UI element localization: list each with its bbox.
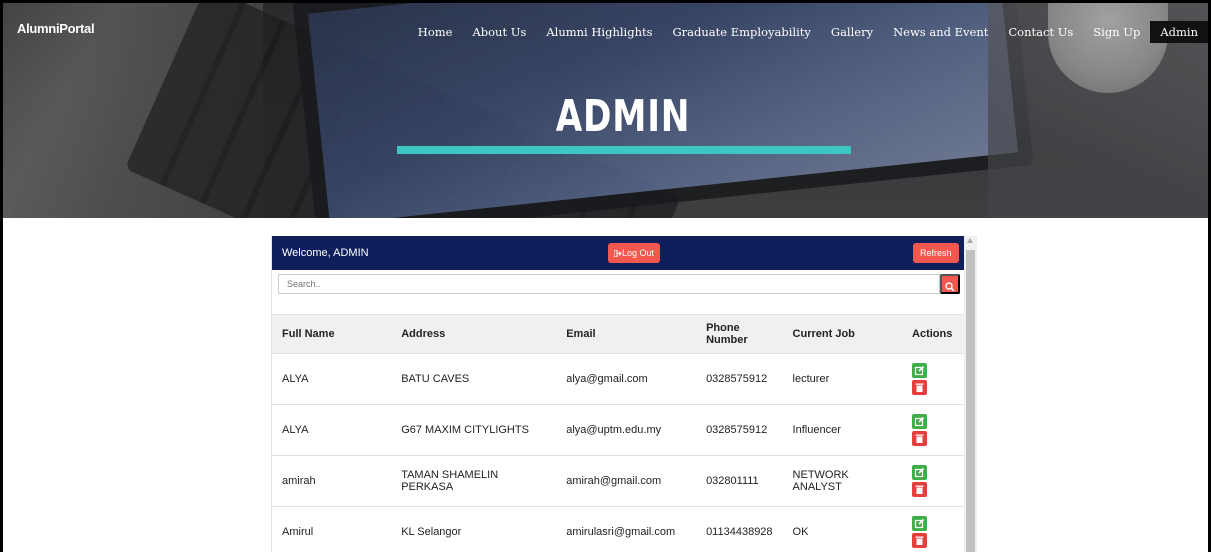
table-row: Amirul KL Selangor amirulasri@gmail.com … — [272, 506, 964, 552]
cell-full-name: ALYA — [272, 353, 392, 405]
trash-icon — [915, 485, 924, 494]
nav-contact-us[interactable]: Contact Us — [998, 21, 1083, 43]
delete-button[interactable] — [912, 431, 928, 446]
edit-icon — [914, 519, 925, 529]
col-phone-number-label: Phone Number — [706, 322, 748, 346]
cell-email: alya@uptm.edu.my — [556, 404, 697, 456]
nav-news-and-event[interactable]: News and Event — [883, 21, 998, 43]
cell-current-job: OK — [782, 506, 903, 552]
page-title: ADMIN — [555, 91, 691, 142]
cell-email: amirulasri@gmail.com — [556, 506, 697, 552]
panel-scrollbar[interactable] — [964, 236, 977, 552]
edit-button[interactable] — [912, 414, 928, 429]
scrollbar-thumb[interactable] — [966, 250, 975, 552]
nav-admin[interactable]: Admin — [1150, 21, 1208, 43]
nav-sign-up[interactable]: Sign Up — [1083, 21, 1150, 43]
hero-banner: AlumniPortal Home About Us Alumni Highli… — [3, 3, 1208, 218]
refresh-button[interactable]: Refresh — [913, 243, 959, 263]
cell-email: amirah@gmail.com — [556, 455, 697, 507]
col-full-name: Full Name — [272, 314, 392, 354]
col-address: Address — [391, 314, 557, 354]
cell-current-job: Influencer — [782, 404, 903, 456]
cell-address: G67 MAXIM CITYLIGHTS — [391, 404, 557, 456]
trash-icon — [915, 536, 924, 546]
scroll-up-icon[interactable] — [967, 238, 973, 243]
table-header-row: Full Name Address Email Phone Number Cur… — [272, 314, 964, 354]
nav-alumni-highlights[interactable]: Alumni Highlights — [536, 21, 662, 43]
edit-button[interactable] — [912, 516, 928, 532]
cell-phone: 032801111 — [696, 455, 783, 507]
edit-button[interactable] — [912, 465, 928, 480]
trash-icon — [915, 434, 924, 443]
table-row: ALYA BATU CAVES alya@gmail.com 032857591… — [272, 353, 964, 405]
table-row: ALYA G67 MAXIM CITYLIGHTS alya@uptm.edu.… — [272, 404, 964, 456]
alumni-table: Full Name Address Email Phone Number Cur… — [272, 314, 964, 552]
cell-phone: 0328575912 — [696, 353, 783, 405]
cell-address: TAMAN SHAMELIN PERKASA — [391, 455, 557, 507]
nav-graduate-employability[interactable]: Graduate Employability — [663, 21, 821, 43]
cell-full-name: ALYA — [272, 404, 392, 456]
page-frame: AlumniPortal Home About Us Alumni Highli… — [0, 0, 1211, 552]
cell-phone: 01134438928 — [696, 506, 783, 552]
col-phone-number: Phone Number — [696, 314, 783, 354]
logout-button[interactable]: Log Out — [608, 243, 661, 263]
cell-actions — [902, 506, 964, 552]
cell-full-name: amirah — [272, 455, 392, 507]
panel-header: Welcome, ADMIN Log Out Refresh — [272, 236, 964, 270]
welcome-text: Welcome, ADMIN — [282, 247, 369, 259]
cell-current-job: lecturer — [782, 353, 903, 405]
search-button[interactable] — [940, 274, 960, 294]
col-email: Email — [556, 314, 697, 354]
nav-about-us[interactable]: About Us — [462, 21, 536, 43]
main-nav: Home About Us Alumni Highlights Graduate… — [408, 21, 1208, 43]
trash-icon — [915, 383, 924, 392]
col-current-job: Current Job — [782, 314, 903, 354]
nav-home[interactable]: Home — [408, 21, 463, 43]
logout-label: Log Out — [622, 248, 655, 258]
brand-logo[interactable]: AlumniPortal — [17, 21, 95, 36]
table-row: amirah TAMAN SHAMELIN PERKASA amirah@gma… — [272, 455, 964, 507]
cell-actions — [902, 455, 964, 507]
col-actions: Actions — [902, 314, 964, 354]
cell-actions — [902, 404, 964, 456]
admin-panel: Welcome, ADMIN Log Out Refresh Full Name… — [271, 236, 964, 552]
title-underline — [397, 146, 851, 154]
cell-address: KL Selangor — [391, 506, 557, 552]
edit-icon — [914, 467, 925, 478]
cell-phone: 0328575912 — [696, 404, 783, 456]
cell-full-name: Amirul — [272, 506, 392, 552]
search-input[interactable] — [278, 274, 940, 294]
edit-icon — [914, 416, 925, 427]
edit-button[interactable] — [912, 363, 928, 378]
cell-address: BATU CAVES — [391, 353, 557, 405]
edit-icon — [914, 365, 925, 376]
cell-email: alya@gmail.com — [556, 353, 697, 405]
delete-button[interactable] — [912, 380, 928, 395]
delete-button[interactable] — [912, 533, 928, 549]
delete-button[interactable] — [912, 482, 928, 497]
search-icon — [945, 281, 955, 291]
cell-current-job: NETWORK ANALYST — [782, 455, 903, 507]
logout-icon — [613, 249, 622, 258]
cell-actions — [902, 353, 964, 405]
nav-gallery[interactable]: Gallery — [821, 21, 883, 43]
